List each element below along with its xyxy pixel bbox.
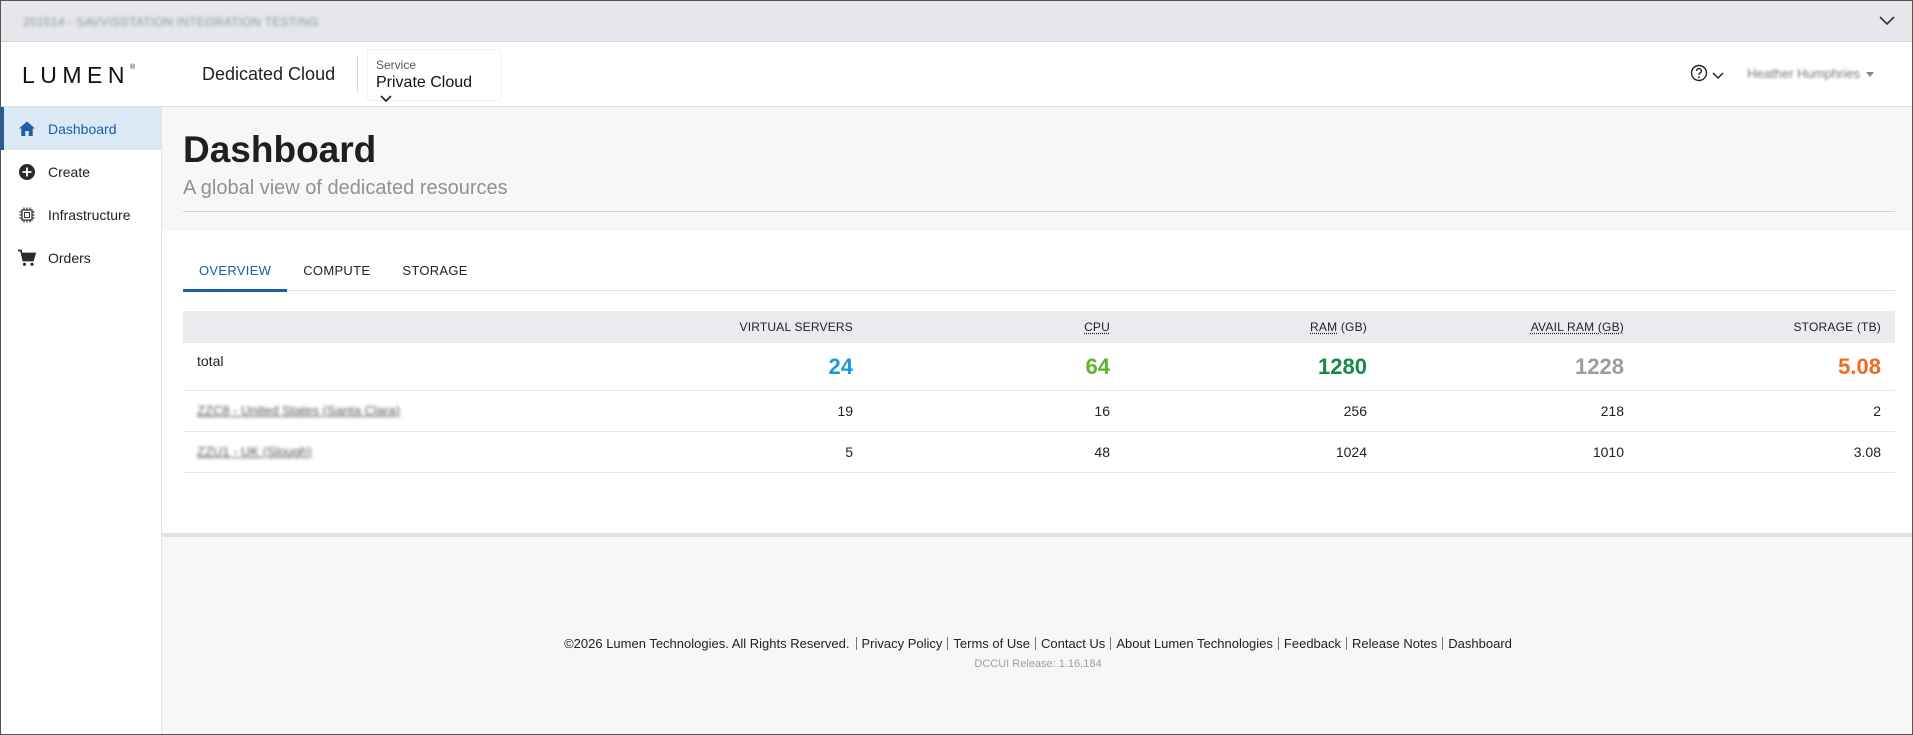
header-storage[interactable]: STORAGE (TB)	[1624, 320, 1881, 334]
sidebar: Dashboard Create Infrastructure Orders	[1, 107, 162, 734]
tab-bar: OVERVIEW COMPUTE STORAGE	[183, 249, 1895, 292]
sidebar-item-label: Dashboard	[48, 120, 117, 137]
copyright: ©2026 Lumen Technologies. All Rights Res…	[564, 636, 850, 651]
product-name: Dedicated Cloud	[202, 64, 336, 84]
home-icon	[17, 119, 37, 139]
table-row-total: total 24 64 1280 1228 5.08	[183, 343, 1895, 391]
page-title: Dashboard	[183, 129, 377, 170]
overview-card: OVERVIEW COMPUTE STORAGE VIRTUAL SERVERS…	[162, 231, 1912, 537]
site-link[interactable]: ZZU1 - UK (Slough)	[197, 444, 312, 459]
sidebar-item-label: Create	[48, 163, 91, 180]
header-virtual-servers[interactable]: VIRTUAL SERVERS	[596, 320, 853, 334]
collapse-chevron-icon[interactable]	[1876, 10, 1898, 32]
tab-storage[interactable]: STORAGE	[386, 249, 483, 291]
tab-compute[interactable]: COMPUTE	[287, 249, 386, 291]
table-row: ZZU1 - UK (Slough) 5 48 1024 1010 3.08	[183, 432, 1895, 473]
cell-cpu: 16	[1094, 403, 1110, 419]
footer-link-privacy[interactable]: Privacy Policy	[855, 637, 948, 650]
service-selector[interactable]: Service Private Cloud	[368, 50, 500, 103]
user-menu[interactable]: Heather Humphries	[1747, 66, 1860, 81]
sidebar-item-dashboard[interactable]: Dashboard	[1, 107, 161, 150]
lumen-logo[interactable]: LUMEN®	[22, 62, 135, 89]
header-cpu[interactable]: CPU	[853, 320, 1110, 334]
top-header: LUMEN® Dedicated Cloud Service Private C…	[1, 42, 1912, 107]
cell-avail-ram: 1010	[1592, 444, 1624, 460]
cell-virtual-servers: 5	[845, 444, 853, 460]
resources-table: VIRTUAL SERVERS CPU RAM (GB) AVAIL RAM (…	[183, 311, 1895, 473]
footer-link-release-notes[interactable]: Release Notes	[1346, 637, 1442, 650]
page-header: Dashboard A global view of dedicated res…	[162, 107, 1912, 231]
footer-link-dashboard[interactable]: Dashboard	[1442, 637, 1517, 650]
release-version: DCCUI Release: 1.16.184	[974, 658, 1102, 670]
sidebar-item-orders[interactable]: Orders	[1, 236, 161, 279]
total-cpu: 64	[1085, 353, 1110, 379]
app-window: 201514 - SAVVISSTATION INTEGRATION TESTI…	[0, 0, 1913, 735]
footer-link-feedback[interactable]: Feedback	[1277, 637, 1346, 650]
footer-links: ©2026 Lumen Technologies. All Rights Res…	[162, 636, 1912, 651]
tab-overview[interactable]: OVERVIEW	[183, 249, 288, 292]
footer-link-terms[interactable]: Terms of Use	[947, 637, 1035, 650]
sidebar-item-infrastructure[interactable]: Infrastructure	[1, 193, 161, 236]
footer: ©2026 Lumen Technologies. All Rights Res…	[162, 636, 1912, 670]
account-name[interactable]: 201514 - SAVVISSTATION INTEGRATION TESTI…	[23, 15, 319, 29]
chevron-down-icon	[380, 90, 392, 108]
cell-storage: 3.08	[1853, 444, 1881, 460]
account-bar: 201514 - SAVVISSTATION INTEGRATION TESTI…	[1, 1, 1912, 42]
divider	[183, 211, 1895, 212]
help-menu[interactable]	[1690, 64, 1724, 87]
sidebar-item-label: Infrastructure	[48, 206, 131, 223]
page-subtitle: A global view of dedicated resources	[183, 177, 508, 199]
total-avail-ram: 1228	[1575, 353, 1624, 379]
header-avail-ram[interactable]: AVAIL RAM (GB)	[1367, 320, 1624, 334]
cart-icon	[17, 248, 37, 268]
footer-link-contact[interactable]: Contact Us	[1035, 637, 1110, 650]
cell-ram: 1024	[1335, 444, 1367, 460]
cell-virtual-servers: 19	[837, 403, 853, 419]
cell-ram: 256	[1343, 403, 1367, 419]
total-storage: 5.08	[1838, 353, 1881, 379]
header-divider	[357, 56, 358, 93]
table-row: ZZC8 - United States (Santa Clara) 19 16…	[183, 391, 1895, 432]
caret-down-icon[interactable]	[1866, 72, 1874, 77]
sidebar-item-label: Orders	[48, 249, 91, 266]
total-ram: 1280	[1318, 353, 1367, 379]
service-label: Service	[376, 58, 417, 72]
total-virtual-servers: 24	[828, 353, 853, 379]
table-header: VIRTUAL SERVERS CPU RAM (GB) AVAIL RAM (…	[183, 311, 1895, 343]
main-content: Dashboard A global view of dedicated res…	[162, 107, 1912, 734]
chevron-down-icon	[1712, 67, 1724, 85]
plus-circle-icon	[17, 162, 37, 182]
cell-cpu: 48	[1094, 444, 1110, 460]
header-ram[interactable]: RAM (GB)	[1110, 320, 1367, 334]
footer-link-about[interactable]: About Lumen Technologies	[1110, 637, 1278, 650]
sidebar-item-create[interactable]: Create	[1, 150, 161, 193]
chip-icon	[17, 205, 37, 225]
total-label: total	[197, 352, 224, 369]
site-link[interactable]: ZZC8 - United States (Santa Clara)	[197, 403, 400, 418]
cell-storage: 2	[1873, 403, 1881, 419]
help-icon	[1690, 64, 1708, 87]
cell-avail-ram: 218	[1600, 403, 1624, 419]
